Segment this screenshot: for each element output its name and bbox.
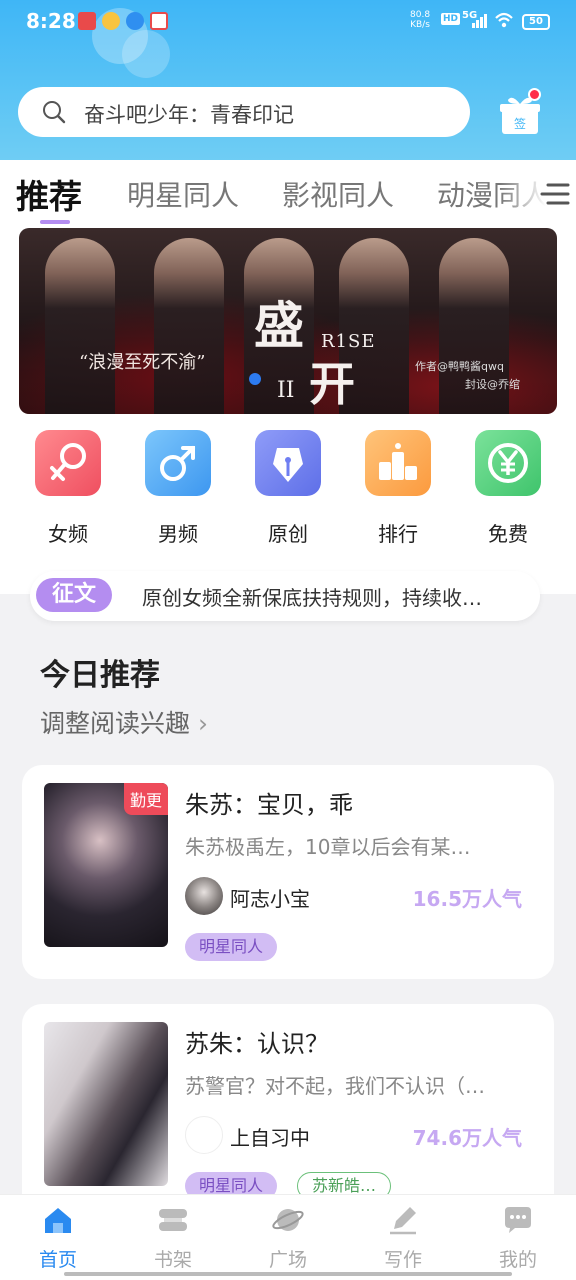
book-card[interactable]: 勤更 朱苏：宝贝，乖 朱苏极禹左，10章以后会有某… 阿志小宝 16.5万人气 … (22, 765, 554, 979)
book-description: 朱苏极禹左，10章以后会有某… (185, 835, 471, 859)
battery-icon: 50 (522, 14, 550, 30)
category-free[interactable] (474, 430, 542, 496)
chevron-right-icon: › (197, 709, 208, 738)
book-title: 朱苏：宝贝，乖 (185, 791, 353, 819)
category-male[interactable] (144, 430, 212, 496)
bottom-navigation: 首页 书架 广场 写作 我的 (0, 1194, 576, 1280)
yen-icon (475, 430, 541, 496)
search-icon (43, 101, 66, 124)
banner-title: 开 (309, 357, 355, 411)
tab-star-fanfic[interactable]: 明星同人 (127, 174, 239, 214)
category-original[interactable] (254, 430, 322, 496)
net-speed: 80.8 KB/s (410, 10, 431, 30)
nav-label: 首页 (38, 1249, 77, 1271)
nav-write[interactable]: 写作 (363, 1203, 443, 1272)
wifi-icon (495, 12, 513, 28)
pencil-icon (390, 1207, 416, 1235)
female-icon (35, 430, 101, 496)
signal-bars-icon (472, 14, 488, 28)
podium-icon (365, 430, 431, 496)
announcement-text: 原创女频全新保底扶持规则，持续收… (142, 586, 482, 610)
weibo-icon (102, 12, 120, 30)
checkin-label: 签 (514, 116, 526, 131)
category-ranking[interactable] (364, 430, 432, 496)
banner-figure (154, 238, 224, 414)
menu-icon[interactable] (538, 178, 570, 210)
book-cover: 勤更 (44, 783, 168, 947)
announcement-badge: 征文 (36, 578, 112, 612)
category-label: 女频 (48, 522, 88, 546)
notification-dot (528, 88, 541, 101)
banner-numeral: II (277, 378, 295, 403)
tab-active-indicator (40, 220, 70, 224)
banner-title: 盛 (254, 296, 304, 355)
tab-film-fanfic[interactable]: 影视同人 (282, 174, 394, 214)
banner-author: 作者@鸭鸭酱qwq (415, 360, 504, 373)
nav-mine[interactable]: 我的 (478, 1203, 558, 1272)
popularity-count: 74.6万人气 (412, 1126, 522, 1150)
author-name: 上自习中 (230, 1126, 310, 1150)
bookshelf-icon (159, 1209, 187, 1231)
category-label: 男频 (158, 522, 198, 546)
book-description: 苏警官？对不起，我们不认识（… (185, 1074, 485, 1098)
status-bar: 8:28 80.8 KB/s HD 5G 50 (0, 0, 576, 44)
author-name: 阿志小宝 (230, 887, 310, 911)
pen-nib-icon (255, 430, 321, 496)
category-label: 原创 (268, 522, 308, 546)
hd-badge: HD (441, 13, 461, 25)
category-label: 免费 (488, 522, 528, 546)
category-label: 排行 (378, 522, 418, 546)
chat-bubble-icon (505, 1207, 531, 1233)
banner-quote: “浪漫至死不渝” (79, 352, 206, 373)
announcement-bar[interactable]: 征文 原创女频全新保底扶持规则，持续收… (30, 571, 540, 621)
planet-icon (272, 1209, 304, 1231)
book-card[interactable]: 苏朱：认识？ 苏警官？对不起，我们不认识（… 上自习中 74.6万人气 明星同人… (22, 1004, 554, 1218)
promo-banner[interactable]: “浪漫至死不渝” 盛 开 II R1SE 作者@鸭鸭酱qwq 封设@乔绾 (19, 228, 557, 414)
adjust-interest-label: 调整阅读兴趣 (40, 709, 191, 738)
banner-figure (45, 238, 115, 414)
author-avatar (185, 877, 223, 915)
banner-page-indicator (249, 373, 261, 385)
search-placeholder: 奋斗吧少年：青春印记 (84, 103, 294, 127)
status-time: 8:28 (26, 9, 76, 33)
home-icon (45, 1208, 71, 1233)
nav-home[interactable]: 首页 (18, 1203, 98, 1272)
nav-label: 我的 (498, 1249, 537, 1271)
category-tabs: 推荐 明星同人 影视同人 动漫同人 (0, 160, 576, 226)
nav-square[interactable]: 广场 (248, 1203, 328, 1272)
nav-label: 广场 (268, 1249, 307, 1271)
nav-label: 写作 (383, 1249, 422, 1271)
popularity-count: 16.5万人气 (412, 887, 522, 911)
category-female[interactable] (34, 430, 102, 496)
section-title: 今日推荐 (40, 658, 160, 693)
male-icon (145, 430, 211, 496)
banner-subtitle: R1SE (321, 331, 376, 352)
author-avatar (185, 1116, 223, 1154)
banner-cover-credit: 封设@乔绾 (465, 378, 520, 391)
book-title: 苏朱：认识？ (185, 1030, 329, 1058)
update-badge: 勤更 (123, 783, 168, 815)
adjust-interest-link[interactable]: 调整阅读兴趣 › (40, 704, 208, 740)
calendar-icon (150, 12, 168, 30)
nav-label: 书架 (153, 1249, 192, 1271)
home-indicator (64, 1272, 512, 1276)
app-notification-icon (126, 12, 144, 30)
notification-icon (78, 12, 96, 30)
nav-bookshelf[interactable]: 书架 (133, 1203, 213, 1272)
genre-tag[interactable]: 明星同人 (185, 933, 278, 961)
book-cover (44, 1022, 168, 1186)
tab-recommend[interactable]: 推荐 (16, 170, 82, 218)
search-bar[interactable]: 奋斗吧少年：青春印记 (18, 87, 470, 137)
